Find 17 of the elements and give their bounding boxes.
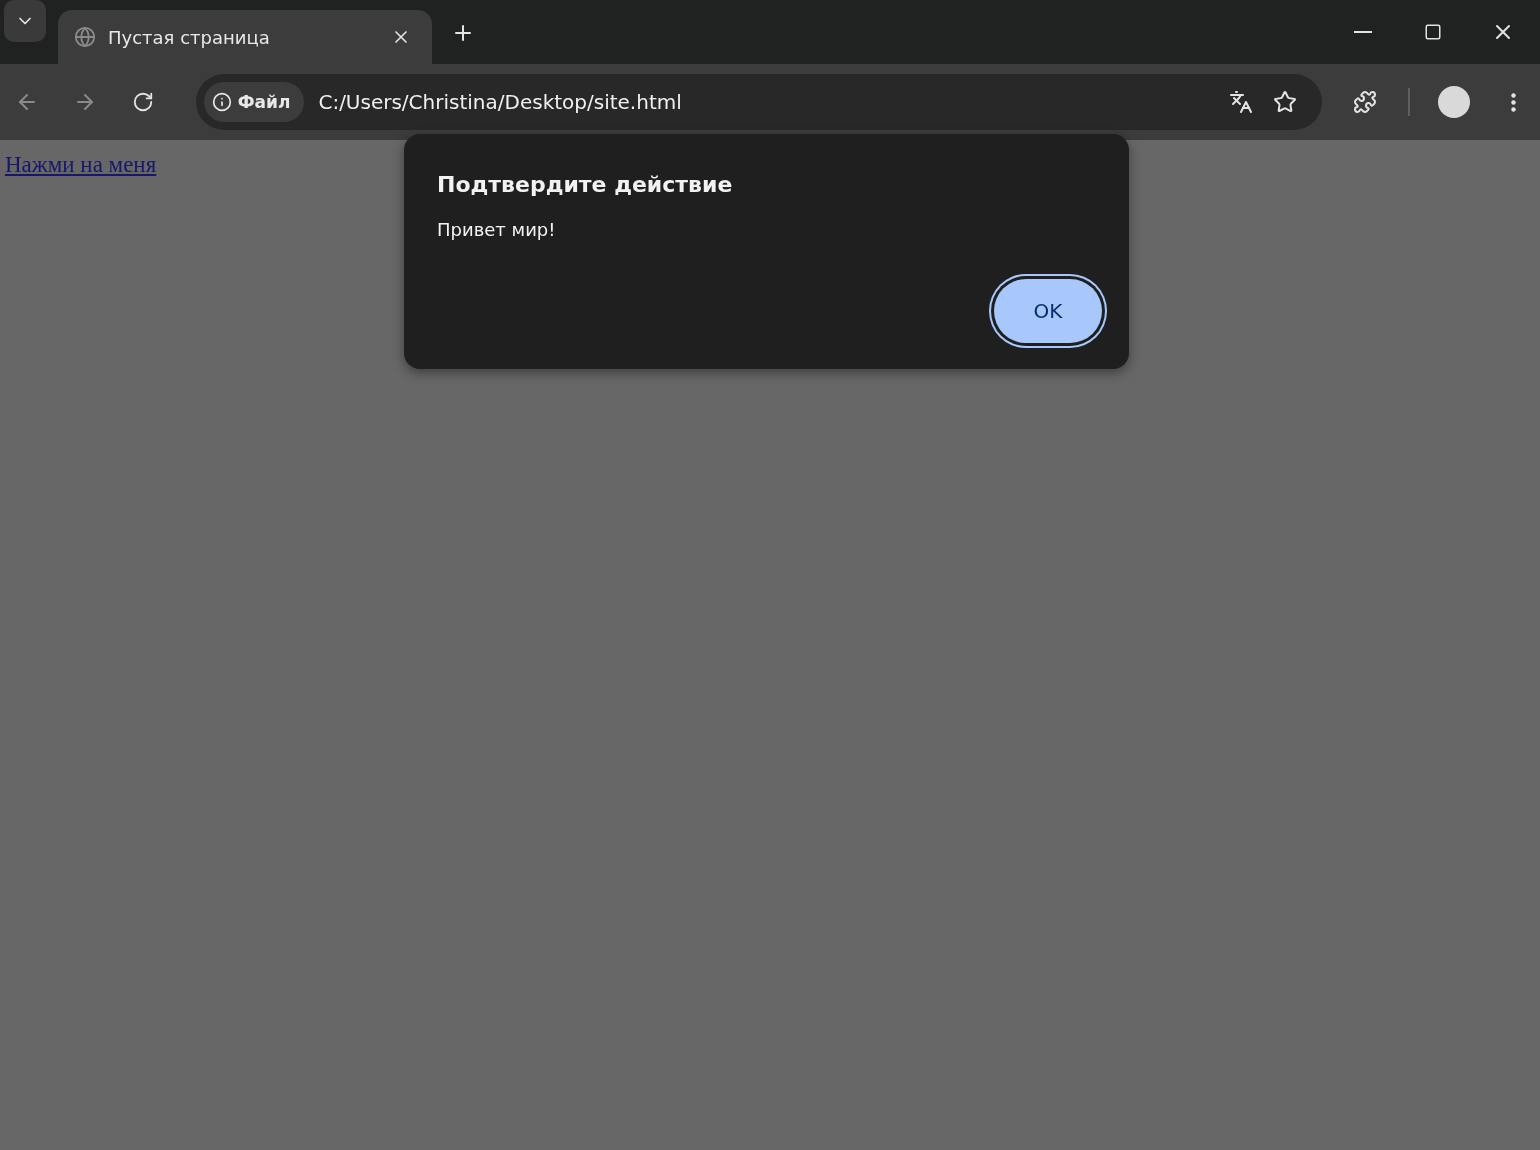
url-text: C:/Users/Christina/Desktop/site.html [318, 90, 683, 114]
reload-icon [131, 91, 154, 113]
puzzle-icon [1353, 90, 1378, 114]
translate-icon [1229, 90, 1254, 114]
address-bar[interactable]: Файл C:/Users/Christina/Desktop/site.html [195, 74, 1323, 130]
globe-icon [74, 26, 96, 48]
dialog-title: Подтвердите действие [437, 172, 734, 197]
minimize-icon [1354, 31, 1372, 33]
browser-tab[interactable]: Пустая страница [58, 10, 432, 64]
dialog-message: Привет мир! [437, 219, 557, 240]
maximize-icon [1424, 23, 1442, 41]
info-icon [211, 92, 232, 112]
site-info-button[interactable]: Файл [203, 82, 305, 122]
tab-title: Пустая страница [108, 26, 271, 48]
profile-avatar[interactable] [1438, 86, 1471, 118]
star-icon [1273, 90, 1298, 114]
more-vertical-icon [1510, 92, 1516, 112]
